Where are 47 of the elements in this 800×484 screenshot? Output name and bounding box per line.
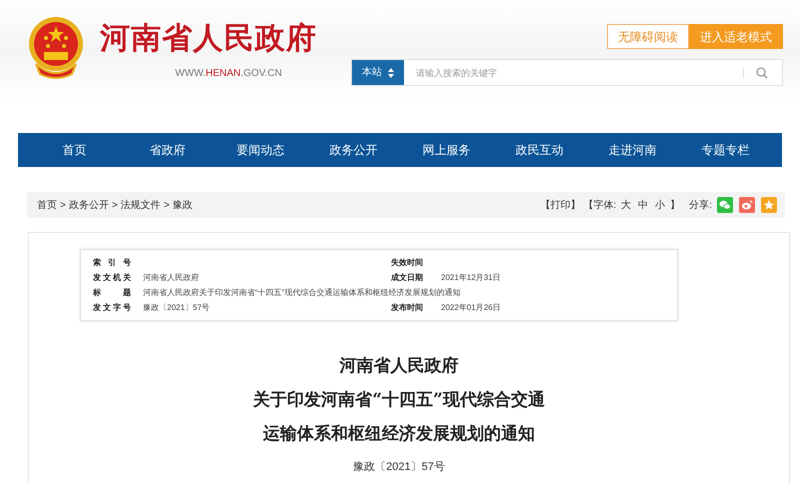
breadcrumb-link[interactable]: 豫政 [172, 198, 193, 212]
nav-link[interactable]: 政务公开 [307, 141, 400, 159]
font-size-link[interactable]: 大 [621, 198, 632, 212]
chat-bubbles-icon[interactable] [717, 197, 733, 213]
field-label: 成文日期 [391, 272, 424, 284]
breadcrumb-separator: > [60, 198, 66, 212]
field-value: 豫政〔2021〕57号 [143, 302, 211, 314]
field-label: 发布时间 [391, 302, 424, 314]
font-size-label: 【字体: [583, 198, 616, 212]
nav-link[interactable]: 专题专栏 [679, 141, 772, 159]
share-label: 分享: [689, 198, 712, 212]
field-label: 发文机关 [93, 272, 131, 284]
field-value: 河南省人民政府关于印发河南省“十四五”现代综合交通运输体系和枢纽经济发展规划的通知 [143, 287, 462, 299]
breadcrumb-separator: > [164, 198, 170, 212]
field-value: 2021年12月31日 [441, 272, 501, 284]
emblem-logo [28, 16, 84, 80]
nav-link[interactable]: 政民互动 [493, 141, 586, 159]
site-title: 河南省人民政府 [100, 22, 317, 56]
document-number: 豫政〔2021〕57号 [353, 460, 445, 475]
field-label: 失效时间 [391, 257, 424, 269]
breadcrumb-separator: > [112, 198, 118, 212]
search-icon[interactable] [756, 66, 768, 78]
breadcrumb-link[interactable]: 政务公开 [68, 198, 109, 212]
nav-link[interactable]: 首页 [28, 141, 121, 159]
breadcrumb-link[interactable]: 首页 [37, 198, 57, 212]
print-link[interactable]: 【打印】 [540, 198, 580, 212]
nav-link[interactable]: 省政府 [121, 141, 214, 159]
field-value: 2022年01月26日 [441, 302, 501, 314]
search-field[interactable]: 本站 请输入搜索的关键字 [351, 59, 783, 86]
field-label: 标题 [93, 287, 131, 299]
font-size-link[interactable]: 小 [655, 198, 666, 212]
document-title-line: 关于印发河南省“十四五”现代综合交通 [253, 389, 545, 411]
document-title-line: 河南省人民政府 [340, 355, 458, 377]
site-url[interactable]: WWW.HENAN.GOV.CN [175, 66, 282, 81]
nav-link[interactable]: 要闻动态 [214, 141, 307, 159]
breadcrumb-link[interactable]: 法规文件 [120, 198, 161, 212]
font-size-link[interactable]: 中 [638, 198, 648, 212]
bracket-text: 】 [670, 198, 680, 212]
document-title-line: 运输体系和枢纽经济发展规划的通知 [263, 423, 535, 445]
nav-link[interactable]: 走进河南 [586, 141, 679, 159]
field-value: 河南省人民政府 [143, 272, 200, 284]
scope-dropdown[interactable]: 本站 [352, 60, 404, 85]
field-label: 索引号 [93, 257, 131, 269]
nav-link[interactable]: 网上服务 [400, 141, 493, 159]
eye-logo-icon[interactable] [739, 197, 755, 213]
up-down-caret-icon [388, 68, 394, 78]
field-label: 发文字号 [93, 302, 131, 314]
